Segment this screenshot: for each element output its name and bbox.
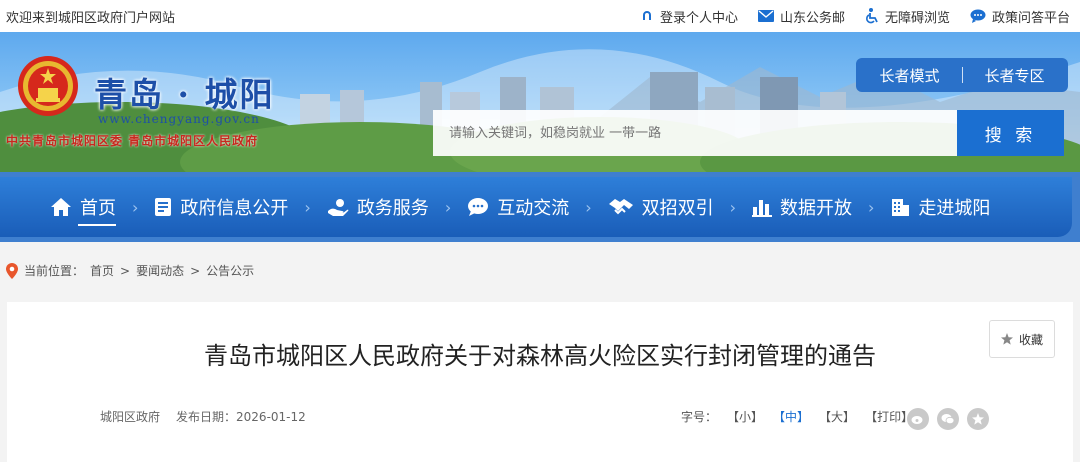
nav-label-about: 走进城阳 (918, 198, 991, 219)
search-input[interactable] (433, 110, 957, 156)
favorite-share-icon[interactable] (967, 408, 989, 430)
nav-item-home[interactable]: 首页 (50, 194, 116, 226)
font-small-button[interactable]: 【小】 (727, 408, 763, 425)
mail-label: 山东公务邮 (779, 10, 845, 26)
login-link[interactable]: 登录个人中心 (640, 7, 738, 26)
elder-toolbar: 长者模式 长者专区 (856, 58, 1068, 92)
handshake-icon (608, 198, 634, 216)
nav-separator: › (868, 197, 875, 217)
breadcrumb-notices[interactable]: 公告公示 (206, 262, 254, 279)
site-title: 青岛 · 城阳 (94, 75, 275, 114)
nav-item-interaction[interactable]: 互动交流 (467, 194, 569, 220)
article-title: 青岛市城阳区人民政府关于对森林高火险区实行封闭管理的通告 (204, 342, 876, 370)
nav-label-services: 政务服务 (356, 198, 429, 219)
nav-separator: › (304, 197, 311, 217)
chat-icon (970, 9, 986, 23)
home-icon (50, 197, 72, 217)
wechat-share-icon[interactable] (937, 408, 959, 430)
nav-item-gov-info[interactable]: 政府信息公开 (154, 194, 288, 220)
nav-item-investment[interactable]: 双招双引 (608, 194, 714, 220)
breadcrumb-separator: > (190, 263, 201, 278)
policy-qa-link[interactable]: 政策问答平台 (970, 7, 1070, 26)
user-icon (640, 9, 654, 23)
article-date: 发布日期：2026-01-12 (176, 408, 306, 425)
breadcrumb-news[interactable]: 要闻动态 (136, 262, 184, 279)
date-value: 2026-01-12 (236, 410, 306, 424)
nav-label-interaction: 互动交流 (497, 198, 570, 219)
site-organization: 中共青岛市城阳区委 青岛市城阳区人民政府 (6, 134, 259, 148)
nav-item-services[interactable]: 政务服务 (327, 194, 429, 220)
nav-separator: › (444, 197, 452, 217)
breadcrumb: 当前位置： 首页 > 要闻动态 > 公告公示 (6, 262, 254, 279)
article-meta: 城阳区政府 发布日期：2026-01-12 (100, 408, 306, 425)
elder-mode-button[interactable]: 长者模式 (879, 65, 939, 86)
article-source: 城阳区政府 (100, 410, 161, 424)
nav-label-open-data: 数据开放 (780, 198, 853, 219)
site-url: www.chengyang.gov.cn (98, 112, 260, 126)
mail-link[interactable]: 山东公务邮 (757, 7, 845, 26)
search-button[interactable]: 搜 索 (957, 110, 1064, 156)
accessibility-label: 无障碍浏览 (884, 10, 950, 26)
mail-icon (757, 10, 774, 22)
government-emblem-logo[interactable] (16, 54, 80, 118)
document-icon (154, 197, 172, 217)
login-label: 登录个人中心 (659, 10, 738, 26)
nav-item-about[interactable]: 走进城阳 (890, 194, 990, 220)
weibo-share-icon[interactable] (907, 408, 929, 430)
nav-label-investment: 双招双引 (641, 198, 714, 219)
welcome-text: 欢迎来到城阳区政府门户网站 (6, 10, 176, 26)
font-size-controls: 字号： 【小】 【中】 【大】 【打印】 (681, 408, 913, 425)
share-buttons (907, 408, 989, 430)
breadcrumb-prefix: 当前位置： (24, 264, 85, 278)
font-size-label: 字号： (681, 410, 718, 424)
breadcrumb-home[interactable]: 首页 (90, 262, 114, 279)
date-label: 发布日期： (176, 410, 237, 424)
nav-separator: › (132, 197, 139, 217)
accessibility-link[interactable]: 无障碍浏览 (865, 7, 950, 26)
breadcrumb-separator: > (120, 263, 131, 278)
building-icon (890, 197, 910, 217)
font-large-button[interactable]: 【大】 (819, 408, 855, 425)
article-panel: 收藏 青岛市城阳区人民政府关于对森林高火险区实行封闭管理的通告 城阳区政府 发布… (7, 302, 1073, 462)
bar-chart-icon (752, 197, 773, 217)
top-bar: 欢迎来到城阳区政府门户网站 登录个人中心 山东公务邮 无障碍浏览 政策问答平台 (0, 0, 1080, 32)
nav-label-gov-info: 政府信息公开 (180, 198, 289, 219)
chat-bubble-icon (467, 197, 489, 217)
nav-separator: › (585, 197, 592, 217)
print-button[interactable]: 【打印】 (865, 408, 913, 425)
nav-separator: › (729, 197, 737, 217)
elder-divider (961, 67, 963, 83)
policy-qa-label: 政策问答平台 (991, 10, 1070, 26)
search-bar: 搜 索 (433, 110, 1064, 156)
font-medium-button[interactable]: 【中】 (773, 408, 809, 425)
elder-zone-button[interactable]: 长者专区 (985, 65, 1045, 86)
hand-service-icon (327, 197, 349, 217)
top-links: 登录个人中心 山东公务邮 无障碍浏览 政策问答平台 (640, 7, 1070, 26)
nav-label-home: 首页 (80, 198, 116, 219)
main-nav: 首页 › 政府信息公开 › 政务服务 › 互动交流 › 双招双引 › 数据开放 … (0, 177, 1072, 237)
accessibility-icon (865, 8, 879, 24)
nav-item-open-data[interactable]: 数据开放 (752, 194, 852, 220)
location-pin-icon (6, 262, 18, 279)
